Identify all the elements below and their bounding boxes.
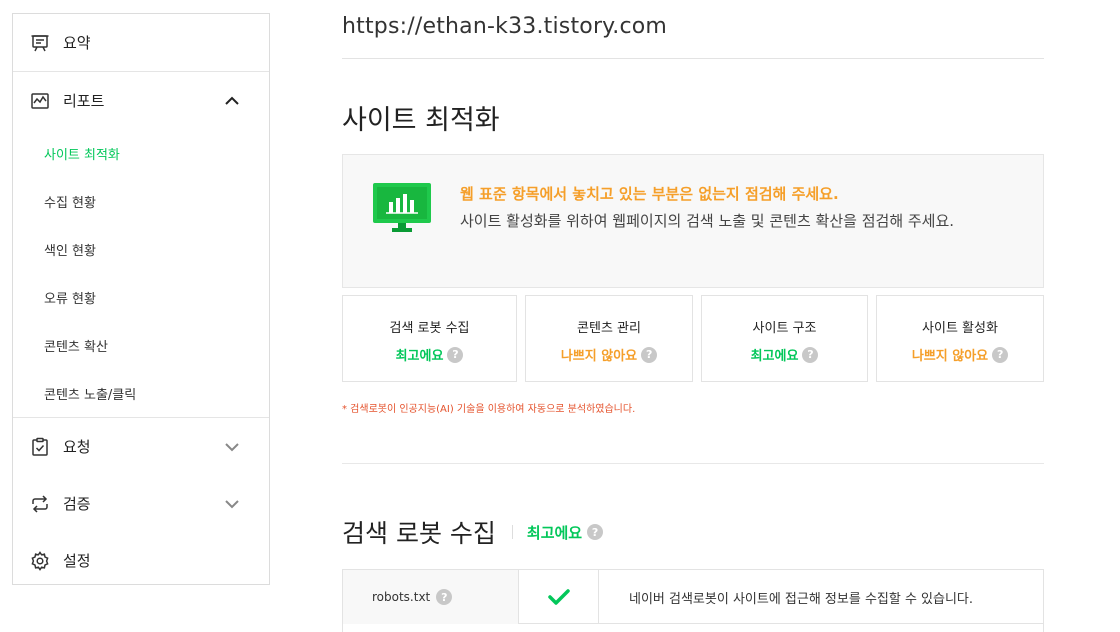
menu-report-label: 리포트 xyxy=(63,92,105,110)
notice-box: 웹 표준 항목에서 놓치고 있는 부분은 없는지 점검해 주세요. 사이트 활성… xyxy=(342,154,1044,288)
chevron-down-icon[interactable] xyxy=(223,495,241,513)
repeat-icon xyxy=(29,493,51,515)
card-robot-crawl: 검색 로봇 수집 최고에요 ? xyxy=(342,295,517,382)
help-icon[interactable]: ? xyxy=(587,524,604,540)
table-key-cell: robots.txt ? xyxy=(343,570,519,624)
submenu-content-exposure[interactable]: 콘텐츠 노출/클릭 xyxy=(13,369,269,417)
table-row: robots.txt ? 네이버 검색로봇이 사이트에 접근해 정보를 수집할 … xyxy=(343,570,1043,624)
card-title: 콘텐츠 관리 xyxy=(577,321,641,336)
section-status: 최고에요 ? xyxy=(526,522,604,543)
menu-verify-label: 검증 xyxy=(63,495,91,513)
line-chart-icon xyxy=(29,90,51,112)
menu-request[interactable]: 요청 xyxy=(13,418,269,475)
report-submenu: 사이트 최적화 수집 현황 색인 현황 오류 현황 콘텐츠 확산 콘텐츠 노출/… xyxy=(13,129,269,417)
divider xyxy=(342,58,1044,59)
submenu-content-spread[interactable]: 콘텐츠 확산 xyxy=(13,321,269,369)
table-key-text: robots.txt xyxy=(372,590,431,604)
divider xyxy=(511,525,513,539)
menu-report[interactable]: 리포트 xyxy=(13,72,269,129)
presentation-icon xyxy=(29,32,51,54)
sidebar: 요약 리포트 사이트 최적화 수집 현황 색인 현황 오류 현황 콘텐츠 확산 … xyxy=(12,13,270,585)
card-content-management: 콘텐츠 관리 나쁘지 않아요 ? xyxy=(525,295,693,382)
card-status-text: 나쁘지 않아요 xyxy=(560,349,638,364)
help-icon[interactable]: ? xyxy=(641,346,658,363)
card-status-text: 최고에요 xyxy=(750,349,799,364)
page-title: 사이트 최적화 xyxy=(342,105,500,136)
monitor-chart-icon xyxy=(373,183,431,233)
submenu-site-optimization[interactable]: 사이트 최적화 xyxy=(13,129,269,177)
chevron-up-icon[interactable] xyxy=(223,92,241,110)
clipboard-check-icon xyxy=(29,436,51,458)
summary-cards: 검색 로봇 수집 최고에요 ? 콘텐츠 관리 나쁘지 않아요 ? 사이트 구조 … xyxy=(342,295,1044,382)
help-icon[interactable]: ? xyxy=(802,346,819,363)
submenu-error-status[interactable]: 오류 현황 xyxy=(13,273,269,321)
card-status: 나쁘지 않아요 ? xyxy=(526,345,692,364)
submenu-index-status[interactable]: 색인 현황 xyxy=(13,225,269,273)
menu-summary-label: 요약 xyxy=(63,34,91,52)
card-status-text: 나쁘지 않아요 xyxy=(911,349,989,364)
card-status-text: 최고에요 xyxy=(395,349,444,364)
crawl-table: robots.txt ? 네이버 검색로봇이 사이트에 접근해 정보를 수집할 … xyxy=(342,569,1044,632)
section-status-text: 최고에요 xyxy=(526,523,583,542)
site-url: https://ethan-k33.tistory.com xyxy=(342,14,668,39)
menu-settings-label: 설정 xyxy=(63,552,91,570)
section-header: 검색 로봇 수집 최고에요 ? xyxy=(342,514,604,550)
menu-settings[interactable]: 설정 xyxy=(13,532,269,589)
card-title: 검색 로봇 수집 xyxy=(389,321,470,336)
chevron-down-icon[interactable] xyxy=(223,438,241,456)
menu-summary[interactable]: 요약 xyxy=(13,14,269,71)
submenu-crawl-status[interactable]: 수집 현황 xyxy=(13,177,269,225)
card-status: 최고에요 ? xyxy=(343,345,516,364)
card-status: 최고에요 ? xyxy=(702,345,867,364)
menu-request-label: 요청 xyxy=(63,438,91,456)
section-title: 검색 로봇 수집 xyxy=(342,519,496,548)
help-icon[interactable]: ? xyxy=(436,589,453,605)
divider xyxy=(342,463,1044,464)
help-icon[interactable]: ? xyxy=(992,346,1009,363)
table-message: 네이버 검색로봇이 사이트에 접근해 정보를 수집할 수 있습니다. xyxy=(629,591,974,607)
card-site-structure: 사이트 구조 최고에요 ? xyxy=(701,295,868,382)
help-icon[interactable]: ? xyxy=(447,346,464,363)
gear-icon xyxy=(29,550,51,572)
card-status: 나쁘지 않아요 ? xyxy=(877,345,1043,364)
menu-verify[interactable]: 검증 xyxy=(13,475,269,532)
notice-title: 웹 표준 항목에서 놓치고 있는 부분은 없는지 점검해 주세요. xyxy=(460,185,839,203)
check-icon xyxy=(519,570,599,624)
notice-description: 사이트 활성화를 위하여 웹페이지의 검색 노출 및 콘텐츠 확산을 점검해 주… xyxy=(460,212,955,230)
card-title: 사이트 구조 xyxy=(752,321,817,336)
card-title: 사이트 활성화 xyxy=(922,321,998,336)
card-site-activation: 사이트 활성화 나쁘지 않아요 ? xyxy=(876,295,1044,382)
ai-analysis-note: * 검색로봇이 인공지능(AI) 기술을 이용하여 자동으로 분석하였습니다. xyxy=(342,404,636,415)
